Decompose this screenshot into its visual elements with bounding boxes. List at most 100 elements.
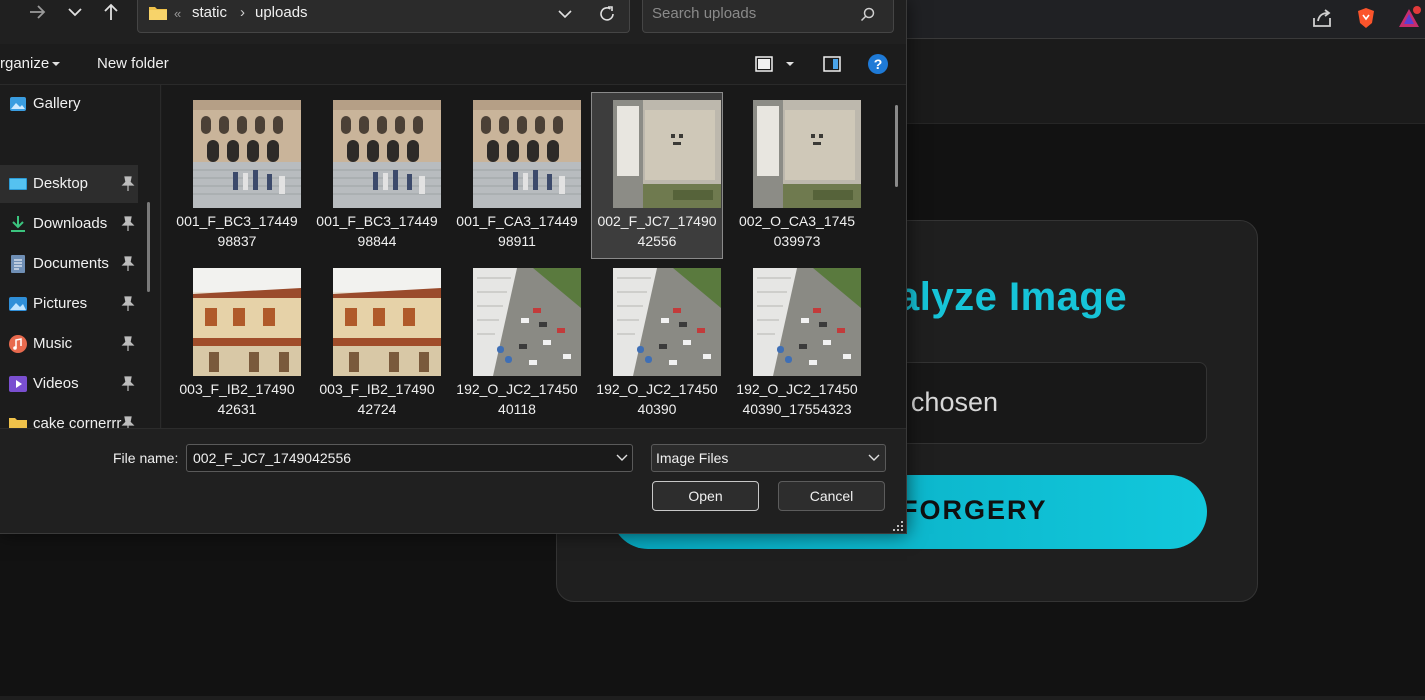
open-button[interactable]: Open (652, 481, 759, 511)
dialog-nav-bar: « static › uploads Search uploads (0, 0, 906, 44)
up-arrow-icon[interactable] (96, 0, 126, 26)
file-tile[interactable]: 192_O_JC2_17450 40390_17554323 (731, 260, 863, 427)
gallery-icon (10, 97, 26, 111)
sidebar-item-music[interactable]: Music (0, 325, 138, 363)
videos-icon (9, 376, 27, 392)
sidebar-item-label: Videos (33, 375, 79, 392)
sidebar-item-pictures[interactable]: Pictures (0, 285, 138, 323)
address-bar[interactable]: « static › uploads (137, 0, 630, 33)
sidebar-scrollbar[interactable] (147, 202, 150, 292)
file-thumbnail (473, 100, 581, 208)
recent-locations-chevron-icon[interactable] (60, 0, 90, 26)
refresh-icon[interactable] (597, 4, 617, 24)
brave-shield-icon[interactable] (1354, 6, 1378, 30)
file-name-dropdown-icon[interactable] (615, 452, 629, 464)
file-tile[interactable]: 192_O_JC2_17450 40390 (591, 260, 723, 427)
cancel-button[interactable]: Cancel (778, 481, 885, 511)
sidebar-item-downloads[interactable]: Downloads (0, 205, 138, 243)
file-name-label: 192_O_JC2_17450 40390_17554323 (732, 379, 862, 419)
file-name-line-1: 192_O_JC2_17450 (456, 381, 578, 397)
breadcrumb-static[interactable]: static (192, 4, 227, 21)
pin-icon[interactable] (121, 256, 135, 272)
file-name-label: 002_O_CA3_1745 039973 (732, 211, 862, 251)
pin-icon[interactable] (121, 376, 135, 392)
file-name-input[interactable]: 002_F_JC7_1749042556 (186, 444, 633, 472)
file-tile[interactable]: 003_F_IB2_17490 42631 (171, 260, 303, 427)
brave-rewards-icon[interactable] (1397, 6, 1421, 30)
file-tile[interactable]: 192_O_JC2_17450 40118 (451, 260, 583, 427)
breadcrumb-overflow[interactable]: « (174, 6, 181, 21)
file-tile[interactable]: 002_O_CA3_1745 039973 (731, 92, 863, 259)
file-name-line-2: 42724 (357, 401, 397, 417)
sidebar-item-gallery[interactable]: Gallery (0, 85, 138, 123)
pin-icon[interactable] (121, 176, 135, 192)
file-name-line-1: 003_F_IB2_17490 (319, 381, 435, 397)
file-name-label: File name: (113, 450, 179, 466)
file-name-line-1: 003_F_IB2_17490 (179, 381, 295, 397)
file-thumbnail (613, 268, 721, 376)
file-name-value: 002_F_JC7_1749042556 (193, 450, 352, 466)
organize-menu[interactable]: rganize (0, 55, 49, 72)
sidebar-item-documents[interactable]: Documents (0, 245, 138, 283)
pin-icon[interactable] (121, 336, 135, 352)
dialog-footer: File name: 002_F_JC7_1749042556 Image Fi… (0, 428, 906, 533)
preview-pane-icon[interactable] (822, 54, 842, 74)
folder-icon (149, 7, 167, 20)
forward-arrow-icon[interactable] (22, 0, 52, 26)
file-name-line-2: 039973 (773, 233, 821, 249)
file-thumbnail (333, 100, 441, 208)
file-thumbnail (753, 268, 861, 376)
file-name-line-1: 192_O_JC2_17450 (736, 381, 858, 397)
view-mode-icon[interactable] (754, 54, 774, 74)
address-dropdown-chevron-icon[interactable] (556, 6, 574, 22)
search-input[interactable]: Search uploads (642, 0, 894, 33)
sidebar-item-videos[interactable]: Videos (0, 365, 138, 403)
file-name-line-1: 001_F_BC3_17449 (316, 213, 438, 229)
file-name-label: 001_F_BC3_17449 98837 (172, 211, 302, 251)
new-folder-button[interactable]: New folder (97, 55, 169, 72)
search-placeholder: Search uploads (652, 5, 757, 22)
file-name-label: 002_F_JC7_17490 42556 (592, 211, 722, 251)
help-icon[interactable]: ? (867, 53, 889, 75)
sidebar-item-label: Gallery (33, 95, 81, 112)
file-name-line-2: 40390_17554323 (742, 401, 852, 417)
file-name-line-2: 40118 (498, 401, 536, 417)
file-type-select[interactable]: Image Files (651, 444, 886, 472)
file-tile[interactable]: 002_F_JC7_17490 42556 (591, 92, 723, 259)
file-name-line-2: 40390 (637, 401, 677, 417)
file-tile[interactable]: 001_F_BC3_17449 98844 (311, 92, 443, 259)
file-list-scrollbar[interactable] (895, 105, 898, 187)
pin-icon[interactable] (121, 216, 135, 232)
file-tile[interactable]: 001_F_BC3_17449 98837 (171, 92, 303, 259)
pictures-icon (9, 297, 27, 311)
file-thumbnail (613, 100, 721, 208)
sidebar-item-label: Desktop (33, 175, 89, 192)
breadcrumb-uploads[interactable]: uploads (255, 4, 308, 21)
document-icon (11, 255, 25, 273)
file-name-line-1: 001_F_CA3_17449 (456, 213, 578, 229)
organize-dropdown-icon[interactable] (51, 60, 61, 68)
file-name-line-1: 002_F_JC7_17490 (597, 213, 717, 229)
sidebar-item-desktop[interactable]: Desktop (0, 165, 138, 203)
pin-icon[interactable] (121, 296, 135, 312)
pane-divider[interactable] (160, 85, 161, 428)
file-tile[interactable]: 003_F_IB2_17490 42724 (311, 260, 443, 427)
file-name-label: 192_O_JC2_17450 40118 (452, 379, 582, 419)
file-name-label: 003_F_IB2_17490 42724 (312, 379, 442, 419)
file-name-label: 003_F_IB2_17490 42631 (172, 379, 302, 419)
file-tile[interactable]: 001_F_CA3_17449 98911 (451, 92, 583, 259)
sidebar-item-label: Documents (33, 255, 109, 272)
desktop-icon (9, 178, 27, 190)
file-name-line-2: 98844 (357, 233, 397, 249)
file-open-dialog: « static › uploads Search uploads rganiz… (0, 0, 907, 534)
share-icon[interactable] (1310, 6, 1334, 30)
svg-text:?: ? (874, 56, 883, 72)
resize-grip-icon[interactable] (892, 520, 904, 532)
file-status-text: chosen (910, 387, 998, 417)
view-mode-dropdown-icon[interactable] (785, 60, 795, 68)
file-list: 001_F_BC3_17449 98837 001_F_BC3_17449 9884… (162, 85, 906, 428)
sidebar-item-label: Downloads (33, 215, 108, 232)
page-title: alyze Image (897, 275, 1128, 319)
file-type-dropdown-icon[interactable] (867, 452, 881, 464)
page-bottom-edge (0, 696, 1425, 700)
